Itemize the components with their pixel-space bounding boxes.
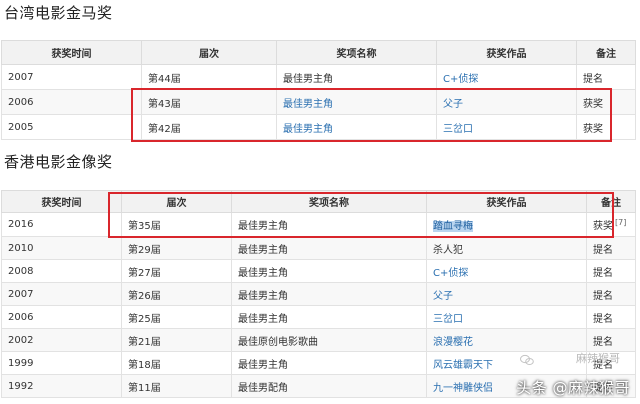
- cell-award: 最佳男主角: [231, 212, 427, 237]
- cell-year: 2010: [1, 236, 122, 260]
- cell-award: 最佳原创电影歌曲: [231, 328, 427, 352]
- table-row: 2016 第35届 最佳男主角 踏血寻梅 获奖 [7]: [1, 212, 636, 237]
- header-award: 奖项名称: [276, 40, 437, 65]
- cell-work-link[interactable]: 风云雄霸天下: [426, 351, 587, 375]
- cell-note: 获奖: [576, 89, 636, 115]
- cell-session: 第21届: [121, 328, 232, 352]
- cell-note: 获奖 [7]: [586, 212, 636, 237]
- reference-link[interactable]: [7]: [615, 218, 626, 227]
- cell-work-link[interactable]: 父子: [436, 89, 577, 115]
- taiwan-section-title: 台湾电影金马奖: [4, 4, 113, 22]
- header-work: 获奖作品: [436, 40, 577, 65]
- table-header-row: 获奖时间 届次 奖项名称 获奖作品 备注: [1, 40, 636, 65]
- header-year: 获奖时间: [1, 190, 122, 213]
- cell-work-link[interactable]: C+侦探: [426, 259, 587, 283]
- table-row: 2007 第44届 最佳男主角 C+侦探 提名: [1, 64, 636, 90]
- cell-award: 最佳男主角: [231, 305, 427, 329]
- header-session: 届次: [121, 190, 232, 213]
- cell-year: 2007: [1, 64, 142, 90]
- cell-session: 第11届: [121, 374, 232, 398]
- header-work: 获奖作品: [426, 190, 587, 213]
- header-year: 获奖时间: [1, 40, 142, 65]
- cell-award: 最佳男主角: [231, 236, 427, 260]
- cell-note: 提名: [576, 64, 636, 90]
- cell-year: 2006: [1, 89, 142, 115]
- cell-work-link[interactable]: 父子: [426, 282, 587, 306]
- cell-award: 最佳男主角: [276, 64, 437, 90]
- header-note: 备注: [576, 40, 636, 65]
- cell-year: 2007: [1, 282, 122, 306]
- cell-note: 提名: [586, 328, 636, 352]
- cell-work-link[interactable]: C+侦探: [436, 64, 577, 90]
- table-row: 2010 第29届 最佳男主角 杀人犯 提名: [1, 236, 636, 260]
- cell-session: 第44届: [141, 64, 277, 90]
- selected-work-text[interactable]: 踏血寻梅: [433, 221, 473, 232]
- cell-session: 第35届: [121, 212, 232, 237]
- cell-session: 第43届: [141, 89, 277, 115]
- cell-award-link[interactable]: 最佳男主角: [276, 89, 437, 115]
- cell-session: 第27届: [121, 259, 232, 283]
- table-row: 2006 第25届 最佳男主角 三岔口 提名: [1, 305, 636, 329]
- cell-work-link[interactable]: 三岔口: [436, 114, 577, 140]
- hongkong-awards-table: 获奖时间 届次 奖项名称 获奖作品 备注 2016 第35届 最佳男主角 踏血寻…: [1, 190, 636, 398]
- note-text: 获奖: [593, 221, 613, 232]
- cell-note: 提名: [586, 305, 636, 329]
- cell-session: 第29届: [121, 236, 232, 260]
- cell-award: 最佳男主角: [231, 351, 427, 375]
- cell-note: 提名: [586, 282, 636, 306]
- table-header-row: 获奖时间 届次 奖项名称 获奖作品 备注: [1, 190, 636, 213]
- wechat-logo-icon: [520, 354, 534, 365]
- cell-work-link[interactable]: 踏血寻梅: [426, 212, 587, 237]
- cell-work-link[interactable]: 三岔口: [426, 305, 587, 329]
- cell-note: 提名: [586, 259, 636, 283]
- cell-year: 2006: [1, 305, 122, 329]
- cell-year: 1999: [1, 351, 122, 375]
- cell-year: 1992: [1, 374, 122, 398]
- cell-session: 第42届: [141, 114, 277, 140]
- cell-work-link[interactable]: 浪漫樱花: [426, 328, 587, 352]
- cell-award: 最佳男主角: [231, 282, 427, 306]
- cell-note: 获奖: [576, 114, 636, 140]
- header-award: 奖项名称: [231, 190, 427, 213]
- table-row: 2002 第21届 最佳原创电影歌曲 浪漫樱花 提名: [1, 328, 636, 352]
- hongkong-section-title: 香港电影金像奖: [4, 153, 113, 171]
- cell-award-link[interactable]: 最佳男主角: [276, 114, 437, 140]
- cell-note: 提名: [586, 236, 636, 260]
- cell-year: 2005: [1, 114, 142, 140]
- watermark-faint-text: 麻辣猴哥: [576, 352, 620, 365]
- cell-session: 第26届: [121, 282, 232, 306]
- cell-year: 2002: [1, 328, 122, 352]
- cell-award: 最佳男配角: [231, 374, 427, 398]
- table-row: 2005 第42届 最佳男主角 三岔口 获奖: [1, 114, 636, 140]
- cell-session: 第25届: [121, 305, 232, 329]
- header-note: 备注: [586, 190, 636, 213]
- cell-work: 杀人犯: [426, 236, 587, 260]
- cell-year: 2008: [1, 259, 122, 283]
- table-row: 2007 第26届 最佳男主角 父子 提名: [1, 282, 636, 306]
- table-row: 2006 第43届 最佳男主角 父子 获奖: [1, 89, 636, 115]
- table-row: 2008 第27届 最佳男主角 C+侦探 提名: [1, 259, 636, 283]
- table-row: 1999 第18届 最佳男主角 风云雄霸天下 提名: [1, 351, 636, 375]
- cell-award: 最佳男主角: [231, 259, 427, 283]
- watermark-text: 头条 @麻辣猴哥: [516, 379, 630, 397]
- cell-year: 2016: [1, 212, 122, 237]
- taiwan-awards-table: 获奖时间 届次 奖项名称 获奖作品 备注 2007 第44届 最佳男主角 C+侦…: [1, 40, 636, 140]
- header-session: 届次: [141, 40, 277, 65]
- cell-session: 第18届: [121, 351, 232, 375]
